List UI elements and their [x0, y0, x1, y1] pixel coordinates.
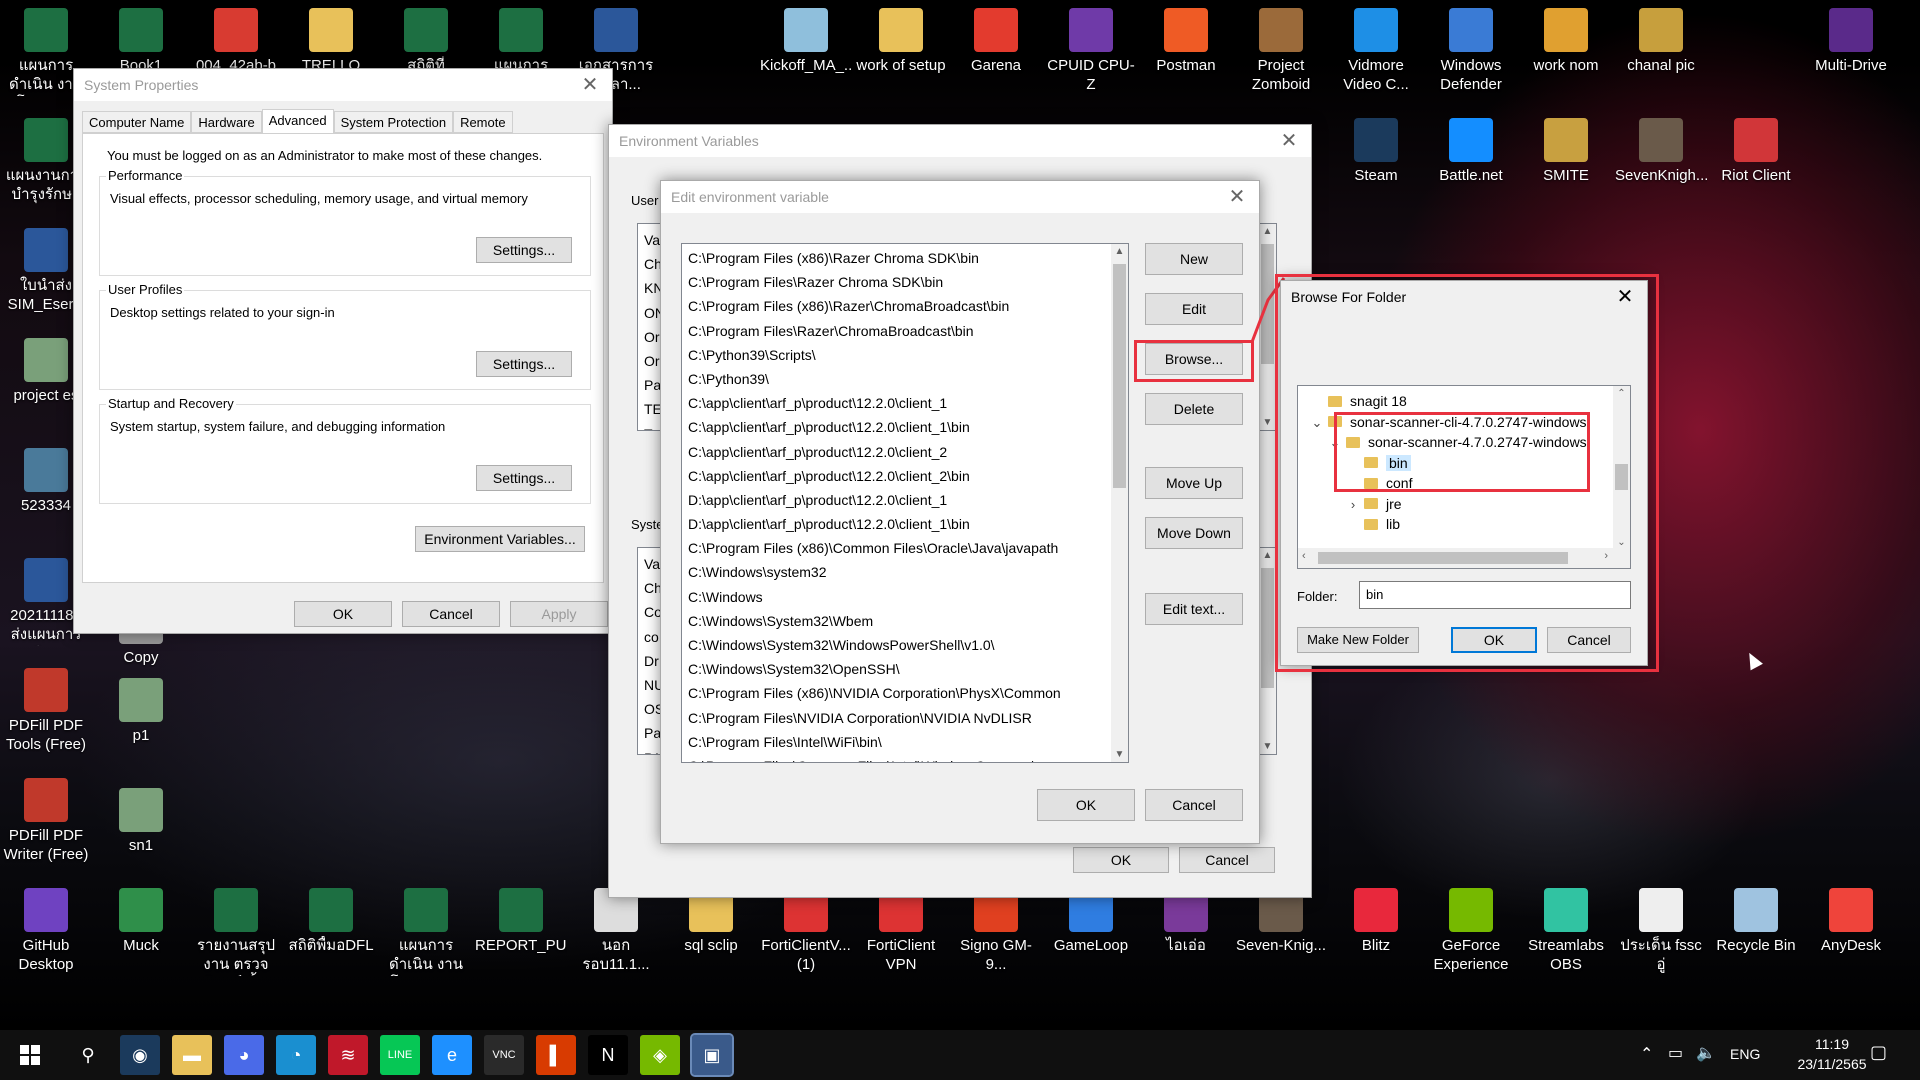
office-icon[interactable]: ▌: [536, 1035, 576, 1075]
line-icon[interactable]: LINE: [380, 1035, 420, 1075]
search-icon[interactable]: ⚲: [68, 1035, 108, 1075]
nvidia-icon[interactable]: ◈: [640, 1035, 680, 1075]
windows-logo-icon: [20, 1045, 40, 1065]
clock-date[interactable]: 23/11/2565: [1790, 1056, 1874, 1072]
network-icon[interactable]: ▭: [1668, 1043, 1683, 1063]
notification-icon[interactable]: ▢: [1870, 1042, 1887, 1063]
clock-time[interactable]: 11:19: [1790, 1036, 1874, 1052]
show-hidden-icons-icon[interactable]: ⌃: [1640, 1044, 1653, 1064]
razer-icon[interactable]: ≋: [328, 1035, 368, 1075]
taskbar: ⚲ ◉ ▬ ◕ ◔ ≋ LINE e VNC ▌ N ◈ ▣ ⌃ ▭ 🔈 ENG 11:19 23/11…: [0, 1030, 1920, 1080]
netflix-icon[interactable]: N: [588, 1035, 628, 1075]
file-explorer-icon[interactable]: ▬: [172, 1035, 212, 1075]
steam-icon[interactable]: ◉: [120, 1035, 160, 1075]
language-indicator[interactable]: ENG: [1730, 1046, 1760, 1062]
tree-selection-highlight: [1334, 412, 1590, 492]
edge-icon[interactable]: ◔: [276, 1035, 316, 1075]
start-button[interactable]: [10, 1035, 50, 1075]
messenger-icon[interactable]: ◕: [224, 1035, 264, 1075]
vnc-icon[interactable]: VNC: [484, 1035, 524, 1075]
internet-explorer-icon[interactable]: e: [432, 1035, 472, 1075]
volume-muted-icon[interactable]: 🔈: [1696, 1043, 1716, 1063]
system-properties-icon[interactable]: ▣: [690, 1033, 734, 1077]
